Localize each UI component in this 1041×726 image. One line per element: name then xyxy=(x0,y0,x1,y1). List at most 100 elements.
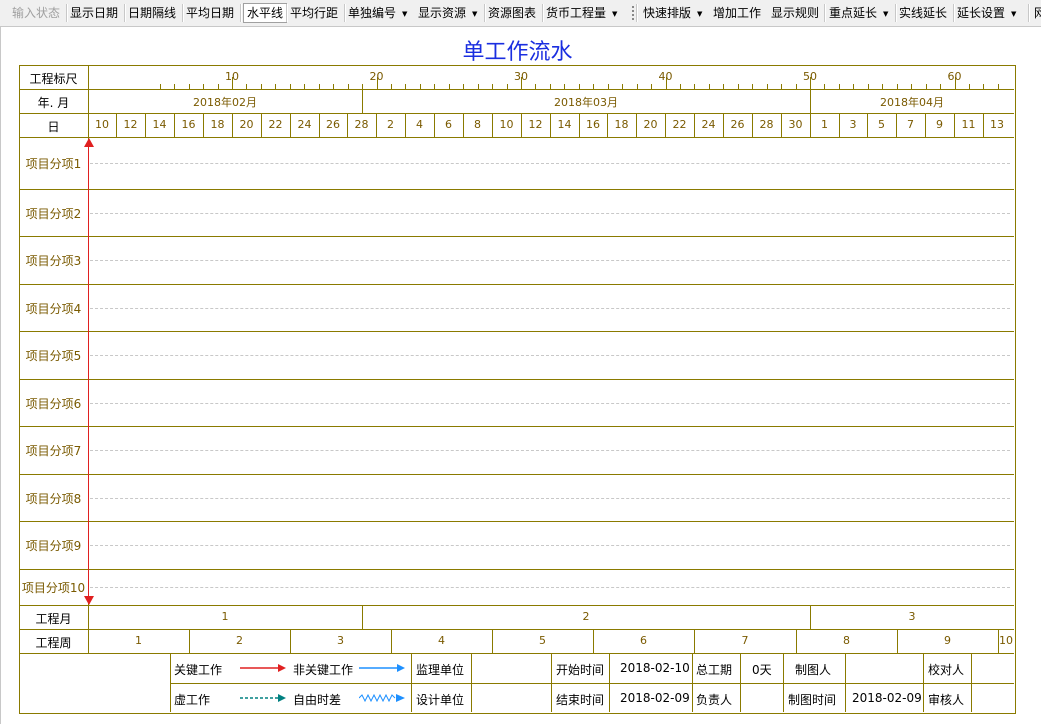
scale-tick xyxy=(419,84,421,89)
grid-line xyxy=(740,653,741,712)
scale-tick xyxy=(853,84,855,89)
grid-line xyxy=(971,653,972,712)
dropdown-arrow-icon[interactable]: ▼ xyxy=(402,10,407,18)
toolbar-button-17[interactable]: 网 xyxy=(1034,3,1041,23)
toolbar-button-10[interactable]: 货币工程量 ▼ xyxy=(546,3,617,23)
day-label: 18 xyxy=(210,118,225,131)
end-time-value: 2018-02-09 xyxy=(620,691,690,705)
scale-tick xyxy=(246,84,248,89)
task-row-label[interactable]: 项目分项6 xyxy=(19,395,88,412)
drafter-label: 制图人 xyxy=(795,663,832,677)
toolbar-button-6[interactable]: 平均行距 xyxy=(290,3,338,23)
toolbar-button-15[interactable]: 实线延长 xyxy=(899,3,947,23)
toolbar-button-label: 显示日期 xyxy=(70,6,119,20)
toolbar-button-7[interactable]: 单独编号 ▼ xyxy=(348,3,407,23)
critical-path-line xyxy=(88,146,89,598)
grid-line xyxy=(692,653,693,712)
task-row-label[interactable]: 项目分项5 xyxy=(19,347,88,364)
task-row-label[interactable]: 项目分项1 xyxy=(19,155,88,172)
dropdown-arrow-icon[interactable]: ▼ xyxy=(612,10,617,18)
scale-tick xyxy=(174,84,176,89)
row-guide-line xyxy=(90,163,1010,164)
toolbar-button-label: 延长设置 xyxy=(957,6,1006,20)
task-row-label[interactable]: 项目分项10 xyxy=(19,579,88,596)
scale-tick xyxy=(781,84,783,89)
toolbar-separator xyxy=(124,4,126,22)
day-label: 1 xyxy=(821,118,828,131)
day-label: 12 xyxy=(123,118,138,131)
scale-tick xyxy=(217,84,219,89)
scale-row-label: 工程标尺 xyxy=(29,72,78,86)
toolbar-button-label: 平均日期 xyxy=(186,6,235,20)
toolbar-button-12[interactable]: 增加工作 xyxy=(713,3,761,23)
project-week-label: 10 xyxy=(999,634,1013,647)
day-label: 5 xyxy=(878,118,885,131)
toolbar-separator xyxy=(636,4,638,22)
grid-line xyxy=(19,284,1014,285)
toolbar-button-label: 平均行距 xyxy=(290,6,339,20)
task-row-label[interactable]: 项目分项4 xyxy=(19,300,88,317)
grid-line xyxy=(783,653,784,712)
toolbar-button-9[interactable]: 资源图表 xyxy=(488,3,536,23)
grid-line xyxy=(19,379,1014,380)
toolbar-separator xyxy=(824,4,826,22)
toolbar-separator xyxy=(66,4,68,22)
grid-line xyxy=(19,521,1014,522)
toolbar-button-13[interactable]: 显示规则 xyxy=(771,3,819,23)
grid-line xyxy=(19,474,1014,475)
task-row-label[interactable]: 项目分项8 xyxy=(19,490,88,507)
scale-tick xyxy=(766,84,768,89)
task-row-label[interactable]: 项目分项7 xyxy=(19,442,88,459)
scale-tick xyxy=(593,84,595,89)
toolbar-grip-icon[interactable] xyxy=(632,6,634,20)
project-week-row-label: 工程周 xyxy=(35,636,72,650)
row-guide-line xyxy=(90,450,1010,451)
scale-tick xyxy=(679,84,681,89)
row-guide-line xyxy=(90,587,1010,588)
day-label: 13 xyxy=(990,118,1004,131)
checker-label: 校对人 xyxy=(928,663,965,677)
toolbar-button-16[interactable]: 延长设置 ▼ xyxy=(957,3,1016,23)
scale-tick xyxy=(564,84,566,89)
toolbar-button-3[interactable]: 日期隔线 xyxy=(128,3,176,23)
grid-line xyxy=(170,683,1014,684)
dropdown-arrow-icon[interactable]: ▼ xyxy=(472,10,477,18)
dropdown-arrow-icon[interactable]: ▼ xyxy=(1011,10,1016,18)
toolbar-button-4[interactable]: 平均日期 xyxy=(186,3,234,23)
total-duration-value: 0天 xyxy=(752,663,772,677)
grid-line xyxy=(19,331,1014,332)
task-row-label[interactable]: 项目分项2 xyxy=(19,205,88,222)
grid-line xyxy=(551,653,552,712)
toolbar-button-2[interactable]: 显示日期 xyxy=(70,3,118,23)
toolbar-button-5[interactable]: 水平线 xyxy=(243,3,288,23)
task-row-label[interactable]: 项目分项3 xyxy=(19,252,88,269)
legend-critical-label: 关键工作 xyxy=(174,663,223,677)
project-week-label: 7 xyxy=(741,634,749,647)
scale-tick xyxy=(968,84,970,89)
scale-tick xyxy=(882,84,884,89)
toolbar-button-1[interactable]: 输入状态 xyxy=(12,3,60,23)
scale-tick xyxy=(549,84,551,89)
day-label: 20 xyxy=(239,118,254,131)
grid-line xyxy=(609,653,610,712)
dropdown-arrow-icon[interactable]: ▼ xyxy=(697,10,702,18)
toolbar-button-8[interactable]: 显示资源 ▼ xyxy=(418,3,477,23)
task-row-label[interactable]: 项目分项9 xyxy=(19,537,88,554)
grid-line xyxy=(170,653,171,712)
grid-line xyxy=(19,653,1014,654)
grid-line xyxy=(411,653,412,712)
owner-label: 负责人 xyxy=(696,693,733,707)
scale-tick xyxy=(434,84,436,89)
month-label: 2018年03月 xyxy=(554,96,618,109)
row-guide-line xyxy=(90,355,1010,356)
toolbar-button-label: 货币工程量 xyxy=(546,6,607,20)
toolbar-button-label: 快速排版 xyxy=(643,6,692,20)
scale-tick xyxy=(477,84,479,89)
toolbar-button-11[interactable]: 快速排版 ▼ xyxy=(643,3,702,23)
project-week-label: 5 xyxy=(539,634,546,647)
dropdown-arrow-icon[interactable]: ▼ xyxy=(883,10,888,18)
start-time-value: 2018-02-10 xyxy=(620,661,690,675)
toolbar-button-14[interactable]: 重点延长 ▼ xyxy=(829,3,888,23)
project-month-row-label: 工程月 xyxy=(35,612,72,626)
grid-line xyxy=(923,653,924,712)
